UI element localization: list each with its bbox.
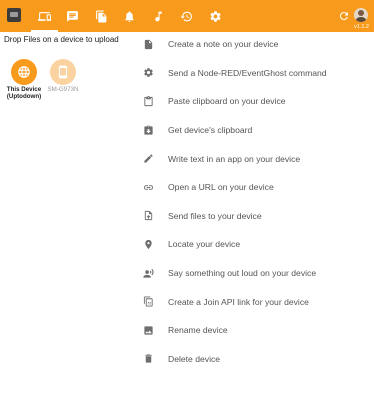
action-label: Delete device <box>168 353 221 364</box>
trash-icon <box>140 353 168 364</box>
pencil-icon <box>140 153 168 164</box>
avatar[interactable] <box>354 8 368 22</box>
refresh-icon <box>340 12 348 20</box>
join-app-icon[interactable] <box>7 8 21 22</box>
action-open-url[interactable]: Open a URL on your device <box>140 173 374 202</box>
device-avatar <box>11 59 37 85</box>
gear-icon <box>140 67 168 78</box>
action-get-clipboard[interactable]: Get device's clipboard <box>140 116 374 145</box>
tab-chat[interactable] <box>59 0 88 32</box>
devices-icon <box>37 11 51 21</box>
copy-link-icon <box>140 296 168 307</box>
files-icon <box>95 10 107 22</box>
action-say-something[interactable]: Say something out loud on your device <box>140 259 374 288</box>
image-edit-icon <box>140 325 168 336</box>
chat-icon <box>67 10 79 22</box>
phone-icon <box>58 65 68 79</box>
settings-icon <box>210 10 221 22</box>
globe-icon <box>18 66 30 78</box>
device-sm-g973n[interactable]: SM-G973N <box>45 59 81 93</box>
device-this-device[interactable]: This Device (Uptodown) <box>4 59 44 100</box>
action-label: Create a Join API link for your device <box>168 296 309 307</box>
action-label: Locate your device <box>168 239 241 250</box>
tab-media[interactable] <box>144 0 173 32</box>
clipboard-icon <box>140 95 168 107</box>
action-label: Get device's clipboard <box>168 125 253 136</box>
tab-bar <box>30 0 230 32</box>
action-rename-device[interactable]: Rename device <box>140 316 374 345</box>
speak-icon <box>140 268 168 279</box>
device-avatar <box>50 59 76 85</box>
device-actions-list: Create a note on your device Send a Node… <box>140 30 374 373</box>
history-icon <box>180 11 193 21</box>
device-name: This Device (Uptodown) <box>6 86 42 100</box>
action-label: Send a Node-RED/EventGhost command <box>168 67 327 78</box>
notifications-icon <box>125 10 135 22</box>
action-delete-device[interactable]: Delete device <box>140 345 374 374</box>
action-label: Write text in an app on your device <box>168 153 301 164</box>
media-icon <box>155 11 162 21</box>
action-send-command[interactable]: Send a Node-RED/EventGhost command <box>140 59 374 88</box>
tab-devices[interactable] <box>30 0 59 32</box>
action-locate-device[interactable]: Locate your device <box>140 230 374 259</box>
action-write-text[interactable]: Write text in an app on your device <box>140 144 374 173</box>
action-create-note[interactable]: Create a note on your device <box>140 30 374 59</box>
action-label: Open a URL on your device <box>168 182 274 193</box>
tab-notifications[interactable] <box>116 0 145 32</box>
action-send-files[interactable]: Send files to your device <box>140 202 374 231</box>
location-pin-icon <box>140 239 168 250</box>
top-bar: v1.1.2 <box>0 0 374 32</box>
tab-history[interactable] <box>173 0 202 32</box>
link-icon <box>140 182 168 193</box>
action-create-api-link[interactable]: Create a Join API link for your device <box>140 287 374 316</box>
tab-files[interactable] <box>87 0 116 32</box>
action-paste-clipboard[interactable]: Paste clipboard on your device <box>140 87 374 116</box>
file-upload-icon <box>140 210 168 221</box>
action-label: Rename device <box>168 325 228 336</box>
refresh-button[interactable] <box>338 9 350 21</box>
clipboard-download-icon <box>140 125 168 136</box>
action-label: Send files to your device <box>168 210 262 221</box>
drop-files-hint: Drop Files on a device to upload <box>4 35 119 44</box>
action-label: Paste clipboard on your device <box>168 96 286 107</box>
tab-settings[interactable] <box>201 0 230 32</box>
action-label: Create a note on your device <box>168 39 279 50</box>
device-name: SM-G973N <box>47 86 79 93</box>
note-icon <box>140 39 168 50</box>
action-label: Say something out loud on your device <box>168 268 317 279</box>
